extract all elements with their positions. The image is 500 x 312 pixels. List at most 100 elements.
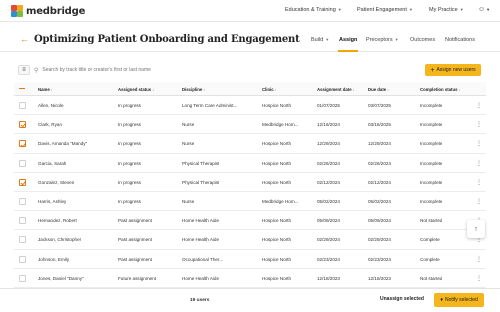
cell-clinic: Hospice North <box>262 256 292 262</box>
cell-completion: Complete <box>420 256 440 262</box>
filter-button[interactable]: ≡ <box>18 65 30 75</box>
nav-my-practice[interactable]: My Practice ▼ <box>429 7 464 13</box>
tab-notifications[interactable]: Notifications <box>445 37 475 43</box>
tab-preceptors[interactable]: Preceptors ▼ <box>366 37 399 43</box>
chevron-down-icon: ▼ <box>408 7 413 12</box>
table-row[interactable]: Hernandez, Robert Past assignment Home Hea… <box>14 211 486 231</box>
tab-outcomes[interactable]: Outcomes <box>410 37 435 43</box>
row-checkbox[interactable] <box>19 159 26 167</box>
assignments-table: Name↕ Assigned status↕ Discipline↕ Clini… <box>14 82 486 288</box>
nav-patient-engagement[interactable]: Patient Engagement ▼ <box>357 7 413 13</box>
cell-name: Jackson, Christopher <box>38 237 82 243</box>
column-header-clinic[interactable]: Clinic↕ <box>262 87 276 92</box>
cell-status: In progress <box>118 141 141 147</box>
row-checkbox[interactable] <box>19 121 26 129</box>
cell-name: Gonzalez, Steven <box>38 179 75 185</box>
cell-due: 05/09/2024 <box>368 218 391 224</box>
select-all-checkbox[interactable] <box>19 87 25 90</box>
row-checkbox[interactable] <box>19 255 26 263</box>
tab-build[interactable]: Build ▼ <box>311 37 329 43</box>
cell-assigned: 12/18/2023 <box>317 275 340 281</box>
more-vertical-icon[interactable]: ⋮ <box>476 256 482 263</box>
table-row[interactable]: Jackson, Christopher Past assignment Home … <box>14 230 486 250</box>
button-label: Notify selected <box>445 297 478 303</box>
chevron-down-icon: ▼ <box>325 37 330 42</box>
nav-label: My Practice <box>429 7 458 13</box>
more-vertical-icon[interactable]: ⋮ <box>476 140 482 147</box>
column-header-discipline[interactable]: Discipline↕ <box>182 87 205 92</box>
active-tab-indicator <box>338 50 358 52</box>
notify-selected-button[interactable]: ♦ Notify selected <box>434 293 484 307</box>
cell-due: 02/23/2024 <box>368 256 391 262</box>
row-checkbox[interactable] <box>19 197 26 205</box>
user-icon: ☺ <box>478 6 486 13</box>
cell-assigned: 02/26/2024 <box>317 160 340 166</box>
column-label: Completion status <box>420 87 458 92</box>
column-header-completion[interactable]: Completion status↕ <box>420 87 460 92</box>
table-row[interactable]: Harris, Ashley In progress Nurse Medbridge … <box>14 192 486 212</box>
page-header: ← Optimizing Patient Onboarding and Enga… <box>0 28 500 52</box>
cell-due: 12/18/2023 <box>368 275 391 281</box>
table-row[interactable]: Johnson, Emily Past assignment Occupationa… <box>14 250 486 269</box>
row-checkbox[interactable] <box>19 102 26 109</box>
brand-logo[interactable]: medbridge <box>10 4 85 18</box>
table-row[interactable]: Jones, Daniel "Danny" Future assignment Ho… <box>14 269 486 288</box>
sort-icon: ↕ <box>458 88 461 92</box>
bell-icon: ♦ <box>440 297 443 303</box>
cell-name: Hernandez, Robert <box>38 218 77 224</box>
nav-label: Education & Training <box>285 7 336 13</box>
cell-assigned: 05/02/2024 <box>317 198 340 204</box>
assign-new-users-button[interactable]: + Assign new users <box>425 64 481 76</box>
top-nav: medbridge Education & Training ▼ Patient … <box>0 0 500 22</box>
tab-label: Notifications <box>445 37 475 43</box>
scroll-to-top-button[interactable]: ↑ <box>467 220 485 238</box>
row-checkbox[interactable] <box>19 274 26 282</box>
cell-name: Davis, Amanda "Mandy" <box>38 141 88 147</box>
sort-icon: ↕ <box>152 88 154 92</box>
sort-icon: ↕ <box>387 88 389 92</box>
table-row[interactable]: Garcia, Sarah In progress Physical Therapi… <box>14 154 486 173</box>
table-body: Allen, Nicole In progress Long Term Care A… <box>14 96 486 288</box>
cell-assigned: 05/09/2024 <box>317 218 340 224</box>
more-vertical-icon[interactable]: ⋮ <box>476 121 482 128</box>
cell-name: Allen, Nicole <box>38 103 64 108</box>
cell-clinic: Hospice North <box>262 160 292 166</box>
cell-due: 05/02/2024 <box>368 198 391 204</box>
table-row[interactable]: Gonzalez, Steven In progress Physical Ther… <box>14 173 486 192</box>
table-row[interactable]: Davis, Amanda "Mandy" In progress Nurse Hos… <box>14 134 486 154</box>
more-vertical-icon[interactable]: ⋮ <box>476 160 482 167</box>
page-title: Optimizing Patient Onboarding and Engage… <box>34 34 300 45</box>
unassign-selected-button[interactable]: Unassign selected <box>380 296 424 302</box>
plus-icon: + <box>430 66 435 74</box>
cell-assigned: 02/23/2024 <box>317 256 340 262</box>
row-checkbox[interactable] <box>19 178 26 186</box>
search-input[interactable] <box>42 67 263 73</box>
row-checkbox[interactable] <box>19 217 26 225</box>
column-header-assignment-date[interactable]: Assignment date↕ <box>317 87 354 92</box>
column-header-status[interactable]: Assigned status↕ <box>118 87 154 92</box>
chevron-down-icon: ▼ <box>337 7 342 12</box>
cell-assigned: 12/16/2024 <box>317 122 340 128</box>
cell-status: In progress <box>118 103 141 108</box>
more-vertical-icon[interactable]: ⋮ <box>476 179 482 186</box>
cell-discipline: Nurse <box>182 141 195 147</box>
user-menu-button[interactable]: ☺▼ <box>478 6 490 13</box>
column-header-due-date[interactable]: Due date↕ <box>368 87 389 92</box>
cell-discipline: Occupational Ther... <box>182 256 224 262</box>
table-row[interactable]: Clark, Ryan In progress Nurse Medbridge Hom… <box>14 115 486 135</box>
row-checkbox[interactable] <box>19 140 26 148</box>
cell-discipline: Long Term Care Administ... <box>182 103 238 108</box>
table-row[interactable]: Allen, Nicole In progress Long Term Care A… <box>14 96 486 116</box>
column-header-name[interactable]: Name↕ <box>38 87 52 92</box>
more-vertical-icon[interactable]: ⋮ <box>476 198 482 205</box>
arrow-left-icon[interactable]: ← <box>20 34 29 44</box>
cell-clinic: Medbridge Hom... <box>262 122 299 128</box>
sort-icon: ↕ <box>274 88 277 92</box>
nav-education-training[interactable]: Education & Training ▼ <box>285 7 342 13</box>
column-label: Discipline <box>182 87 203 92</box>
cell-assigned: 02/29/2024 <box>317 237 340 243</box>
more-vertical-icon[interactable]: ⋮ <box>476 275 482 282</box>
row-checkbox[interactable] <box>19 236 26 244</box>
more-vertical-icon[interactable]: ⋮ <box>476 102 482 109</box>
tab-assign[interactable]: Assign <box>339 37 357 43</box>
